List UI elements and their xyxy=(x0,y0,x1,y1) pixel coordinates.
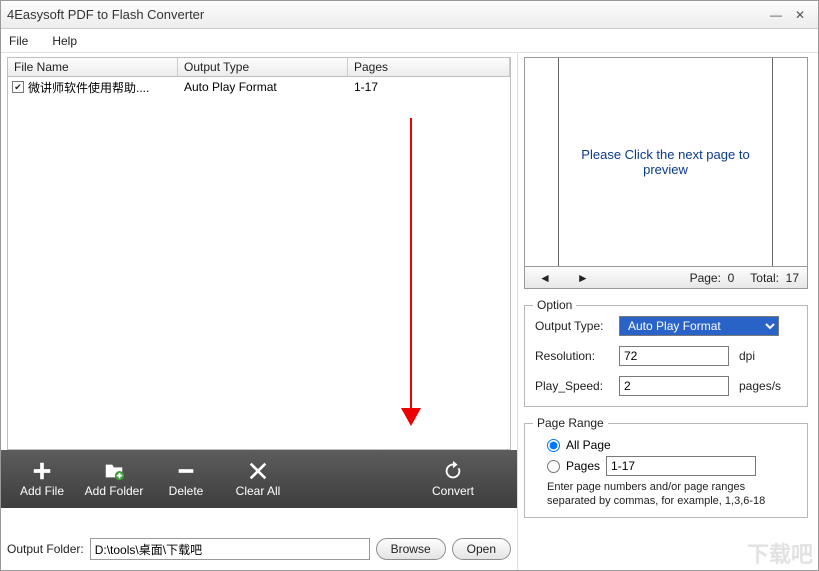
browse-button[interactable]: Browse xyxy=(376,538,446,560)
col-pages[interactable]: Pages xyxy=(348,58,510,76)
page-range-group: Page Range All Page Pages Enter page num… xyxy=(524,423,808,518)
minimize-button[interactable]: — xyxy=(764,6,788,24)
page-range-hint: Enter page numbers and/or page ranges se… xyxy=(547,480,797,509)
folder-plus-icon xyxy=(103,460,125,482)
add-file-button[interactable]: Add File xyxy=(9,453,75,505)
convert-label: Convert xyxy=(432,484,474,498)
preview-message: Please Click the next page to preview xyxy=(559,147,772,177)
minus-icon xyxy=(175,460,197,482)
output-folder-label: Output Folder: xyxy=(7,542,84,556)
titlebar: 4Easysoft PDF to Flash Converter — ✕ xyxy=(1,1,818,29)
all-page-radio[interactable] xyxy=(547,439,560,452)
right-panel: Please Click the next page to preview ◄ … xyxy=(518,53,818,570)
menubar: File Help xyxy=(1,29,818,53)
cell-pages: 1-17 xyxy=(348,80,510,94)
total-label: Total: xyxy=(750,271,779,285)
next-page-button[interactable]: ► xyxy=(571,271,595,285)
output-folder-input[interactable] xyxy=(90,538,370,560)
play-speed-label: Play_Speed: xyxy=(535,379,613,393)
table-row[interactable]: ✔ 微讲师软件使用帮助.... Auto Play Format 1-17 xyxy=(8,77,510,97)
resolution-label: Resolution: xyxy=(535,349,613,363)
convert-button[interactable]: Convert xyxy=(415,453,491,505)
window-title: 4Easysoft PDF to Flash Converter xyxy=(7,7,764,22)
preview-navbar: ◄ ► Page: 0 Total: 17 xyxy=(524,267,808,289)
add-file-label: Add File xyxy=(20,484,64,498)
main-toolbar: Add File Add Folder Delete Clear All Con… xyxy=(1,450,517,508)
delete-button[interactable]: Delete xyxy=(153,453,219,505)
preview-center: Please Click the next page to preview xyxy=(559,58,773,266)
menu-help[interactable]: Help xyxy=(52,34,77,48)
output-folder-row: Output Folder: Browse Open xyxy=(7,538,511,560)
prev-page-button[interactable]: ◄ xyxy=(533,271,557,285)
cell-output-type: Auto Play Format xyxy=(178,80,348,94)
file-list[interactable]: ✔ 微讲师软件使用帮助.... Auto Play Format 1-17 xyxy=(7,77,511,450)
add-folder-label: Add Folder xyxy=(85,484,144,498)
pages-radio[interactable] xyxy=(547,460,560,473)
refresh-icon xyxy=(442,460,464,482)
option-group: Option Output Type: Auto Play Format Res… xyxy=(524,305,808,407)
content: File Name Output Type Pages ✔ 微讲师软件使用帮助.… xyxy=(1,53,818,570)
resolution-unit: dpi xyxy=(739,349,755,363)
play-speed-input[interactable] xyxy=(619,376,729,396)
close-button[interactable]: ✕ xyxy=(788,6,812,24)
app-window: 4Easysoft PDF to Flash Converter — ✕ Fil… xyxy=(0,0,819,571)
page-value: 0 xyxy=(728,271,735,285)
page-label: Page: xyxy=(690,271,721,285)
cell-filename: 微讲师软件使用帮助.... xyxy=(28,79,149,96)
x-icon xyxy=(247,460,269,482)
clear-all-label: Clear All xyxy=(236,484,281,498)
col-output-type[interactable]: Output Type xyxy=(178,58,348,76)
preview-left-margin xyxy=(525,58,559,266)
preview-right-margin xyxy=(773,58,807,266)
pages-label: Pages xyxy=(566,459,600,473)
resolution-input[interactable] xyxy=(619,346,729,366)
output-type-select[interactable]: Auto Play Format xyxy=(619,316,779,336)
all-page-label: All Page xyxy=(566,438,611,452)
menu-file[interactable]: File xyxy=(9,34,28,48)
delete-label: Delete xyxy=(169,484,204,498)
output-type-label: Output Type: xyxy=(535,319,613,333)
col-filename[interactable]: File Name xyxy=(8,58,178,76)
left-panel: File Name Output Type Pages ✔ 微讲师软件使用帮助.… xyxy=(1,53,518,570)
page-info: Page: 0 Total: 17 xyxy=(690,271,799,285)
preview-area[interactable]: Please Click the next page to preview xyxy=(524,57,808,267)
total-value: 17 xyxy=(786,271,799,285)
open-button[interactable]: Open xyxy=(452,538,511,560)
clear-all-button[interactable]: Clear All xyxy=(225,453,291,505)
plus-icon xyxy=(31,460,53,482)
row-checkbox[interactable]: ✔ xyxy=(12,81,24,93)
add-folder-button[interactable]: Add Folder xyxy=(81,453,147,505)
pages-input[interactable] xyxy=(606,456,756,476)
page-range-legend: Page Range xyxy=(533,416,608,430)
play-speed-unit: pages/s xyxy=(739,379,781,393)
option-legend: Option xyxy=(533,298,576,312)
table-header: File Name Output Type Pages xyxy=(7,57,511,77)
